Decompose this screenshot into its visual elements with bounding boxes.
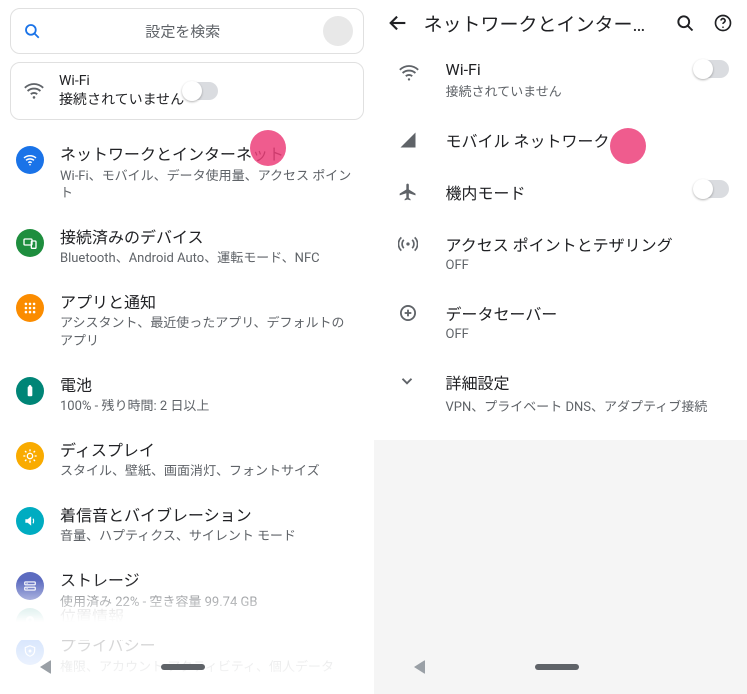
mobile-network-row[interactable]: モバイル ネットワーク [374, 114, 747, 166]
nav-home-pill[interactable] [535, 664, 579, 670]
item-network-internet[interactable]: ネットワークとインターネット Wi-Fi、モバイル、データ使用量、アクセス ポイ… [0, 132, 374, 215]
signal-icon [398, 128, 446, 150]
touch-indicator [250, 130, 286, 166]
touch-indicator [610, 128, 646, 164]
row-title: データセーバー [446, 301, 730, 325]
row-sub: 音量、ハプティクス、サイレント モード [60, 528, 352, 546]
row-title: 着信音とバイブレーション [60, 505, 352, 527]
row-title: 機内モード [446, 180, 686, 204]
header-bar: ネットワークとインター… [374, 0, 747, 46]
data-saver-icon [398, 301, 446, 323]
row-sub: 接続されていません [446, 81, 686, 100]
row-title: 接続済みのデバイス [60, 227, 352, 249]
network-internet-screen: ネットワークとインター… Wi-Fi 接続されていません モバイル ネットワーク [374, 0, 747, 694]
wifi-icon [398, 60, 446, 84]
battery-icon [16, 377, 44, 405]
nav-bar [0, 640, 374, 694]
row-title: アクセス ポイントとテザリング [446, 232, 730, 256]
advanced-row[interactable]: 詳細設定 VPN、プライベート DNS、アダプティブ接続 [374, 356, 747, 429]
help-icon[interactable] [711, 13, 735, 33]
row-sub: 100% - 残り時間: 2 日以上 [60, 398, 352, 416]
empty-area [374, 440, 747, 640]
item-connected-devices[interactable]: 接続済みのデバイス Bluetooth、Android Auto、運転モード、N… [0, 215, 374, 280]
wifi-text: Wi-Fi 接続されていません [59, 73, 184, 109]
row-title: 電池 [60, 375, 352, 397]
airplane-toggle[interactable] [695, 180, 729, 198]
nav-bar [374, 640, 747, 694]
wifi-circle-icon [16, 146, 44, 174]
nav-back-icon[interactable] [40, 660, 51, 674]
wifi-quick-card[interactable]: Wi-Fi 接続されていません [10, 62, 364, 120]
nav-back-icon[interactable] [414, 660, 425, 674]
wifi-toggle[interactable] [184, 82, 218, 100]
row-sub: Bluetooth、Android Auto、運転モード、NFC [60, 250, 352, 268]
item-display[interactable]: ディスプレイ スタイル、壁紙、画面消灯、フォントサイズ [0, 428, 374, 493]
wifi-row[interactable]: Wi-Fi 接続されていません [374, 46, 747, 114]
wifi-icon [23, 80, 59, 102]
settings-main-screen: 設定を検索 Wi-Fi 接続されていません ネットワークとインターネット Wi-… [0, 0, 374, 694]
row-sub: アシスタント、最近使ったアプリ、デフォルトのアプリ [60, 315, 352, 350]
wifi-toggle[interactable] [695, 60, 729, 78]
apps-icon [16, 294, 44, 322]
nav-home-pill[interactable] [161, 664, 205, 670]
item-battery[interactable]: 電池 100% - 残り時間: 2 日以上 [0, 363, 374, 428]
avatar[interactable] [323, 16, 353, 46]
data-saver-row[interactable]: データセーバー OFF [374, 287, 747, 356]
settings-search-bar[interactable]: 設定を検索 [10, 8, 364, 54]
wifi-toggle-wrap [184, 82, 218, 100]
search-placeholder: 設定を検索 [43, 21, 323, 42]
row-title: モバイル ネットワーク [446, 128, 730, 152]
search-icon[interactable] [673, 13, 697, 33]
row-sub: スタイル、壁紙、画面消灯、フォントサイズ [60, 463, 352, 481]
location-icon [16, 608, 44, 636]
hotspot-icon [398, 232, 446, 254]
search-icon [21, 22, 43, 40]
row-title: 詳細設定 [446, 370, 730, 394]
wifi-title: Wi-Fi [59, 73, 184, 89]
devices-icon [16, 229, 44, 257]
chevron-down-icon [398, 370, 446, 390]
wifi-sub: 接続されていません [59, 89, 184, 109]
airplane-mode-row[interactable]: 機内モード [374, 166, 747, 218]
row-sub: OFF [446, 258, 730, 273]
row-title: Wi-Fi [446, 60, 686, 79]
page-title: ネットワークとインター… [424, 10, 660, 37]
row-title: ネットワークとインターネット [60, 144, 352, 166]
row-sub: OFF [446, 327, 730, 342]
display-icon [16, 442, 44, 470]
hotspot-tethering-row[interactable]: アクセス ポイントとテザリング OFF [374, 218, 747, 287]
item-apps-notifications[interactable]: アプリと通知 アシスタント、最近使ったアプリ、デフォルトのアプリ [0, 280, 374, 363]
row-title: ディスプレイ [60, 440, 352, 462]
row-title: アプリと通知 [60, 292, 352, 314]
row-sub: Wi-Fi、モバイル、データ使用量、アクセス ポイント [60, 168, 352, 203]
airplane-icon [398, 180, 446, 202]
row-sub: VPN、プライベート DNS、アダプティブ接続 [446, 396, 730, 415]
item-sound-vibration[interactable]: 着信音とバイブレーション 音量、ハプティクス、サイレント モード [0, 493, 374, 558]
back-arrow-icon[interactable] [386, 12, 410, 34]
sound-icon [16, 507, 44, 535]
row-title: 位置情報 [60, 606, 352, 628]
row-title: ストレージ [60, 570, 352, 592]
